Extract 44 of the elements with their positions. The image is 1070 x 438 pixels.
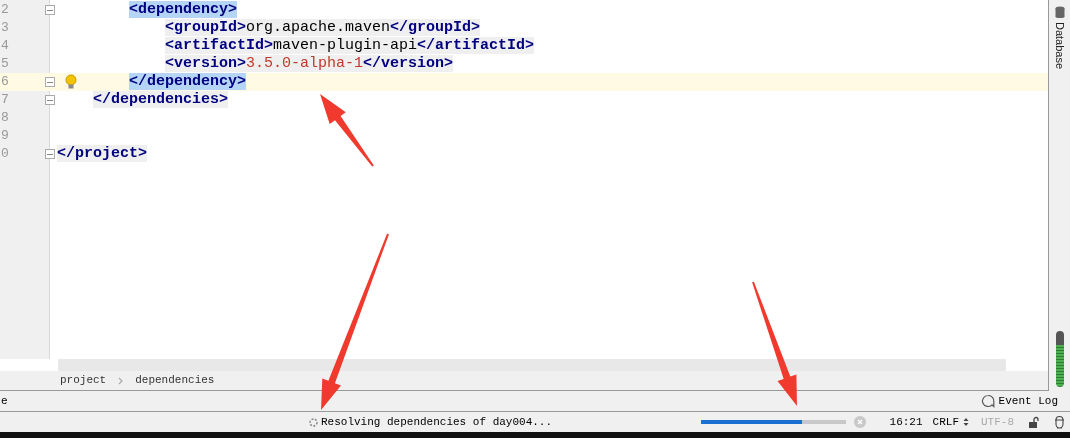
xml-tag: </groupId>: [390, 19, 481, 36]
xml-tag: </version>: [363, 55, 454, 72]
horizontal-scrollbar[interactable]: [58, 359, 1006, 371]
tag-text: maven-plugin-api: [273, 37, 418, 54]
padlock-icon[interactable]: [1028, 416, 1039, 428]
lightbulb-icon: [65, 74, 77, 90]
line-separator-selector[interactable]: CRLF: [932, 413, 969, 431]
line-number: 7: [1, 91, 9, 110]
xml-tag: <dependency>: [129, 1, 238, 18]
breadcrumb-item[interactable]: dependencies: [135, 372, 215, 389]
chevron-icon: [118, 376, 124, 385]
breadcrumb-item[interactable]: project: [60, 372, 107, 389]
speech-bubble-icon: [980, 394, 995, 408]
fold-marker-icon: [45, 95, 55, 105]
xml-tag: <groupId>: [165, 19, 247, 36]
xml-tag: </project>: [57, 145, 147, 162]
database-icon: [1054, 6, 1065, 18]
fold-marker-icon: [45, 77, 55, 87]
xml-tag: </dependencies>: [93, 91, 229, 108]
spinner-icon: [309, 416, 318, 428]
up-down-icon: [963, 417, 969, 427]
fold-marker-icon: [45, 149, 55, 159]
memory-indicator: [1055, 331, 1064, 387]
fold-marker-icon: [45, 5, 55, 15]
line-number: 6: [1, 73, 9, 92]
status-message: Resolving dependencies of day004...: [321, 414, 553, 430]
xml-tag: </artifactId>: [417, 37, 535, 54]
version-value: 3.5.0-alpha-1: [246, 55, 364, 72]
line-number: 9: [1, 127, 9, 146]
database-tab[interactable]: Database: [1051, 22, 1068, 70]
close-icon: [856, 419, 863, 425]
line-number: 2: [1, 1, 9, 20]
tag-text: org.apache.maven: [246, 19, 391, 36]
xml-tag: <artifactId>: [165, 37, 274, 54]
event-log-button[interactable]: Event Log: [998, 392, 1058, 410]
line-number: 8: [1, 109, 9, 128]
caret-position[interactable]: 16:21: [889, 413, 923, 431]
line-number: 5: [1, 55, 9, 74]
line-number: 0: [1, 145, 9, 164]
xml-tag: </dependency>: [129, 73, 247, 90]
line-number: 3: [1, 19, 9, 38]
xml-tag: <version>: [165, 55, 247, 72]
tool-window-label[interactable]: e: [1, 392, 8, 410]
line-number: 4: [1, 37, 9, 56]
